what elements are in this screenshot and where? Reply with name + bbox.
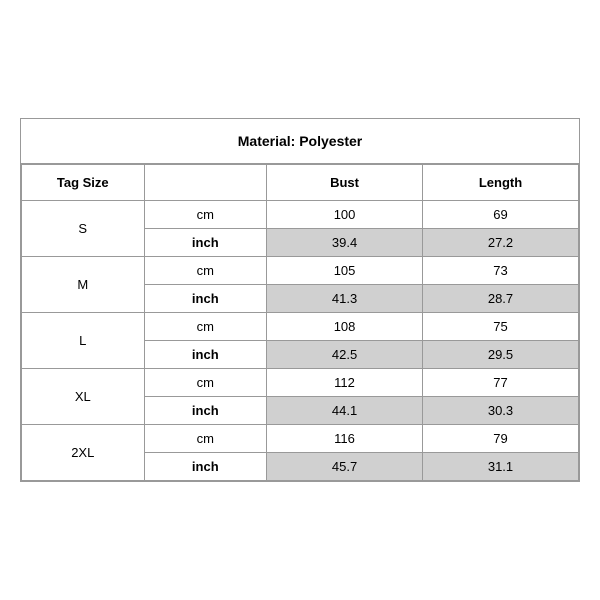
chart-title: Material: Polyester xyxy=(21,119,579,164)
unit-inch: inch xyxy=(144,285,267,313)
size-label: XL xyxy=(22,369,145,425)
unit-cm: cm xyxy=(144,257,267,285)
bust-inch-value: 41.3 xyxy=(267,285,423,313)
bust-cm-value: 112 xyxy=(267,369,423,397)
unit-cm: cm xyxy=(144,201,267,229)
unit-inch: inch xyxy=(144,453,267,481)
bust-inch-value: 39.4 xyxy=(267,229,423,257)
size-table: Tag Size Bust Length S cm 100 69 inch 39… xyxy=(21,164,579,481)
length-cm-value: 79 xyxy=(423,425,579,453)
size-label: M xyxy=(22,257,145,313)
size-label: 2XL xyxy=(22,425,145,481)
length-inch-value: 30.3 xyxy=(423,397,579,425)
unit-inch: inch xyxy=(144,397,267,425)
length-inch-value: 29.5 xyxy=(423,341,579,369)
length-cm-value: 77 xyxy=(423,369,579,397)
bust-inch-value: 42.5 xyxy=(267,341,423,369)
header-length: Length xyxy=(423,165,579,201)
bust-inch-value: 45.7 xyxy=(267,453,423,481)
unit-cm: cm xyxy=(144,425,267,453)
bust-cm-value: 108 xyxy=(267,313,423,341)
header-tag-size: Tag Size xyxy=(22,165,145,201)
length-inch-value: 31.1 xyxy=(423,453,579,481)
header-unit-empty xyxy=(144,165,267,201)
length-cm-value: 73 xyxy=(423,257,579,285)
unit-cm: cm xyxy=(144,313,267,341)
bust-cm-value: 105 xyxy=(267,257,423,285)
length-inch-value: 28.7 xyxy=(423,285,579,313)
bust-cm-value: 116 xyxy=(267,425,423,453)
header-bust: Bust xyxy=(267,165,423,201)
length-cm-value: 69 xyxy=(423,201,579,229)
unit-inch: inch xyxy=(144,341,267,369)
bust-cm-value: 100 xyxy=(267,201,423,229)
bust-inch-value: 44.1 xyxy=(267,397,423,425)
length-inch-value: 27.2 xyxy=(423,229,579,257)
size-label: S xyxy=(22,201,145,257)
length-cm-value: 75 xyxy=(423,313,579,341)
size-label: L xyxy=(22,313,145,369)
unit-inch: inch xyxy=(144,229,267,257)
unit-cm: cm xyxy=(144,369,267,397)
size-chart-container: Material: Polyester Tag Size Bust Length… xyxy=(20,118,580,482)
